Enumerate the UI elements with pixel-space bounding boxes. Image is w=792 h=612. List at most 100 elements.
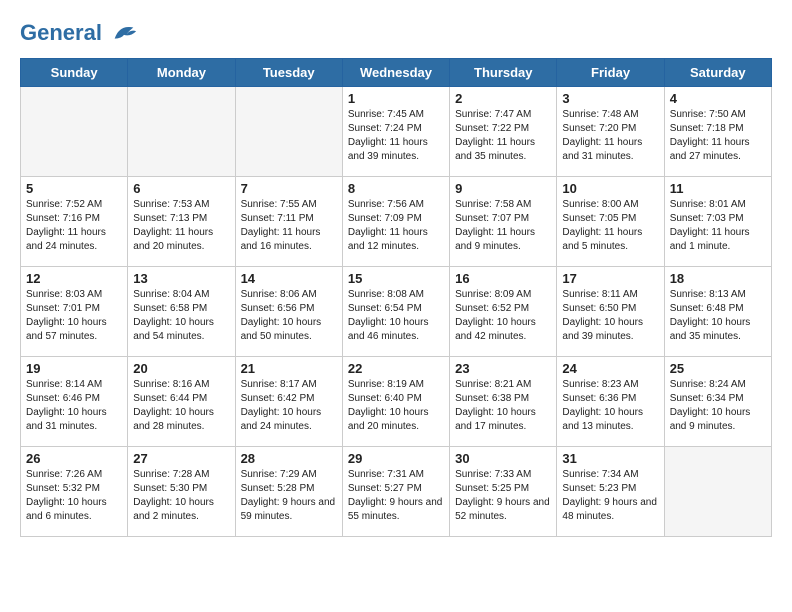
day-info: Sunrise: 7:48 AMSunset: 7:20 PMDaylight:… [562,108,658,164]
day-info: Sunrise: 7:56 AMSunset: 7:09 PMDaylight:… [348,198,444,254]
calendar-cell: 3Sunrise: 7:48 AMSunset: 7:20 PMDaylight… [557,87,664,177]
day-info: Sunrise: 7:53 AMSunset: 7:13 PMDaylight:… [133,198,229,254]
calendar-cell: 18 Sunrise: 8:13 AMSunset: 6:48 PMDayligh… [664,267,771,357]
calendar-cell [21,87,128,177]
day-number: 18 [670,271,766,286]
calendar-week-3: 12 Sunrise: 8:03 AMSunset: 7:01 PMDayligh… [21,267,772,357]
calendar-cell: 26Sunrise: 7:26 AMSunset: 5:32 PMDayligh… [21,447,128,537]
weekday-header-thursday: Thursday [450,59,557,87]
day-number: 21 [241,361,337,376]
day-number: 12 [26,271,122,286]
day-number: 2 [455,91,551,106]
calendar-cell: 16 Sunrise: 8:09 AMSunset: 6:52 PMDayligh… [450,267,557,357]
calendar-cell: 2 Sunrise: 7:47 AMSunset: 7:22 PMDaylight… [450,87,557,177]
weekday-header-monday: Monday [128,59,235,87]
day-info: Sunrise: 8:04 AMSunset: 6:58 PMDaylight:… [133,288,229,344]
calendar-cell: 15Sunrise: 8:08 AMSunset: 6:54 PMDayligh… [342,267,449,357]
calendar-cell: 10 Sunrise: 8:00 AMSunset: 7:05 PMDayligh… [557,177,664,267]
day-info: Sunrise: 7:52 AMSunset: 7:16 PMDaylight:… [26,198,122,254]
calendar-header-row: SundayMondayTuesdayWednesdayThursdayFrid… [21,59,772,87]
day-info: Sunrise: 7:34 AMSunset: 5:23 PMDaylight:… [562,468,658,524]
day-info: Sunrise: 7:58 AMSunset: 7:07 PMDaylight:… [455,198,551,254]
page-header: General [20,20,772,48]
day-number: 28 [241,451,337,466]
logo-general: General [20,20,102,45]
calendar-cell: 4 Sunrise: 7:50 AMSunset: 7:18 PMDaylight… [664,87,771,177]
day-number: 6 [133,181,229,196]
calendar-cell: 12 Sunrise: 8:03 AMSunset: 7:01 PMDayligh… [21,267,128,357]
calendar-week-1: 1Sunrise: 7:45 AMSunset: 7:24 PMDaylight… [21,87,772,177]
day-info: Sunrise: 7:50 AMSunset: 7:18 PMDaylight:… [670,108,766,164]
day-info: Sunrise: 7:26 AMSunset: 5:32 PMDaylight:… [26,468,122,524]
day-number: 17 [562,271,658,286]
day-number: 14 [241,271,337,286]
day-number: 4 [670,91,766,106]
weekday-header-friday: Friday [557,59,664,87]
day-number: 29 [348,451,444,466]
calendar-table: SundayMondayTuesdayWednesdayThursdayFrid… [20,58,772,537]
calendar-cell: 27 Sunrise: 7:28 AMSunset: 5:30 PMDayligh… [128,447,235,537]
day-info: Sunrise: 8:09 AMSunset: 6:52 PMDaylight:… [455,288,551,344]
weekday-header-wednesday: Wednesday [342,59,449,87]
day-number: 23 [455,361,551,376]
calendar-cell [128,87,235,177]
calendar-cell: 29Sunrise: 7:31 AMSunset: 5:27 PMDayligh… [342,447,449,537]
calendar-cell: 8 Sunrise: 7:56 AMSunset: 7:09 PMDaylight… [342,177,449,267]
day-number: 5 [26,181,122,196]
day-info: Sunrise: 8:03 AMSunset: 7:01 PMDaylight:… [26,288,122,344]
calendar-cell: 9 Sunrise: 7:58 AMSunset: 7:07 PMDaylight… [450,177,557,267]
calendar-cell: 19Sunrise: 8:14 AMSunset: 6:46 PMDayligh… [21,357,128,447]
calendar-cell: 21 Sunrise: 8:17 AMSunset: 6:42 PMDayligh… [235,357,342,447]
calendar-cell: 14 Sunrise: 8:06 AMSunset: 6:56 PMDayligh… [235,267,342,357]
day-info: Sunrise: 8:24 AMSunset: 6:34 PMDaylight:… [670,378,766,434]
day-info: Sunrise: 7:55 AMSunset: 7:11 PMDaylight:… [241,198,337,254]
calendar-cell: 25Sunrise: 8:24 AMSunset: 6:34 PMDayligh… [664,357,771,447]
day-info: Sunrise: 7:47 AMSunset: 7:22 PMDaylight:… [455,108,551,164]
weekday-header-tuesday: Tuesday [235,59,342,87]
calendar-cell [664,447,771,537]
day-number: 7 [241,181,337,196]
day-number: 27 [133,451,229,466]
day-info: Sunrise: 8:23 AMSunset: 6:36 PMDaylight:… [562,378,658,434]
calendar-cell: 28Sunrise: 7:29 AMSunset: 5:28 PMDayligh… [235,447,342,537]
calendar-cell: 20 Sunrise: 8:16 AMSunset: 6:44 PMDayligh… [128,357,235,447]
calendar-cell: 23 Sunrise: 8:21 AMSunset: 6:38 PMDayligh… [450,357,557,447]
calendar-body: 1Sunrise: 7:45 AMSunset: 7:24 PMDaylight… [21,87,772,537]
calendar-cell: 22 Sunrise: 8:19 AMSunset: 6:40 PMDayligh… [342,357,449,447]
day-info: Sunrise: 7:33 AMSunset: 5:25 PMDaylight:… [455,468,551,524]
day-number: 8 [348,181,444,196]
day-info: Sunrise: 8:14 AMSunset: 6:46 PMDaylight:… [26,378,122,434]
calendar-cell: 30 Sunrise: 7:33 AMSunset: 5:25 PMDayligh… [450,447,557,537]
day-info: Sunrise: 8:21 AMSunset: 6:38 PMDaylight:… [455,378,551,434]
logo: General [20,20,138,48]
day-info: Sunrise: 8:17 AMSunset: 6:42 PMDaylight:… [241,378,337,434]
day-number: 30 [455,451,551,466]
day-info: Sunrise: 8:13 AMSunset: 6:48 PMDaylight:… [670,288,766,344]
day-info: Sunrise: 8:01 AMSunset: 7:03 PMDaylight:… [670,198,766,254]
calendar-week-5: 26Sunrise: 7:26 AMSunset: 5:32 PMDayligh… [21,447,772,537]
day-info: Sunrise: 7:45 AMSunset: 7:24 PMDaylight:… [348,108,444,164]
calendar-cell: 1Sunrise: 7:45 AMSunset: 7:24 PMDaylight… [342,87,449,177]
day-info: Sunrise: 7:28 AMSunset: 5:30 PMDaylight:… [133,468,229,524]
day-number: 24 [562,361,658,376]
day-number: 22 [348,361,444,376]
day-number: 31 [562,451,658,466]
calendar-cell: 6 Sunrise: 7:53 AMSunset: 7:13 PMDaylight… [128,177,235,267]
calendar-cell: 11Sunrise: 8:01 AMSunset: 7:03 PMDayligh… [664,177,771,267]
weekday-header-sunday: Sunday [21,59,128,87]
calendar-cell: 13Sunrise: 8:04 AMSunset: 6:58 PMDayligh… [128,267,235,357]
day-number: 9 [455,181,551,196]
day-number: 10 [562,181,658,196]
day-info: Sunrise: 8:06 AMSunset: 6:56 PMDaylight:… [241,288,337,344]
day-info: Sunrise: 8:16 AMSunset: 6:44 PMDaylight:… [133,378,229,434]
day-info: Sunrise: 8:08 AMSunset: 6:54 PMDaylight:… [348,288,444,344]
day-info: Sunrise: 8:00 AMSunset: 7:05 PMDaylight:… [562,198,658,254]
day-number: 20 [133,361,229,376]
day-number: 16 [455,271,551,286]
calendar-cell: 17Sunrise: 8:11 AMSunset: 6:50 PMDayligh… [557,267,664,357]
logo-bird-icon [110,20,138,48]
calendar-cell [235,87,342,177]
calendar-cell: 24 Sunrise: 8:23 AMSunset: 6:36 PMDayligh… [557,357,664,447]
calendar-week-4: 19Sunrise: 8:14 AMSunset: 6:46 PMDayligh… [21,357,772,447]
day-info: Sunrise: 8:19 AMSunset: 6:40 PMDaylight:… [348,378,444,434]
